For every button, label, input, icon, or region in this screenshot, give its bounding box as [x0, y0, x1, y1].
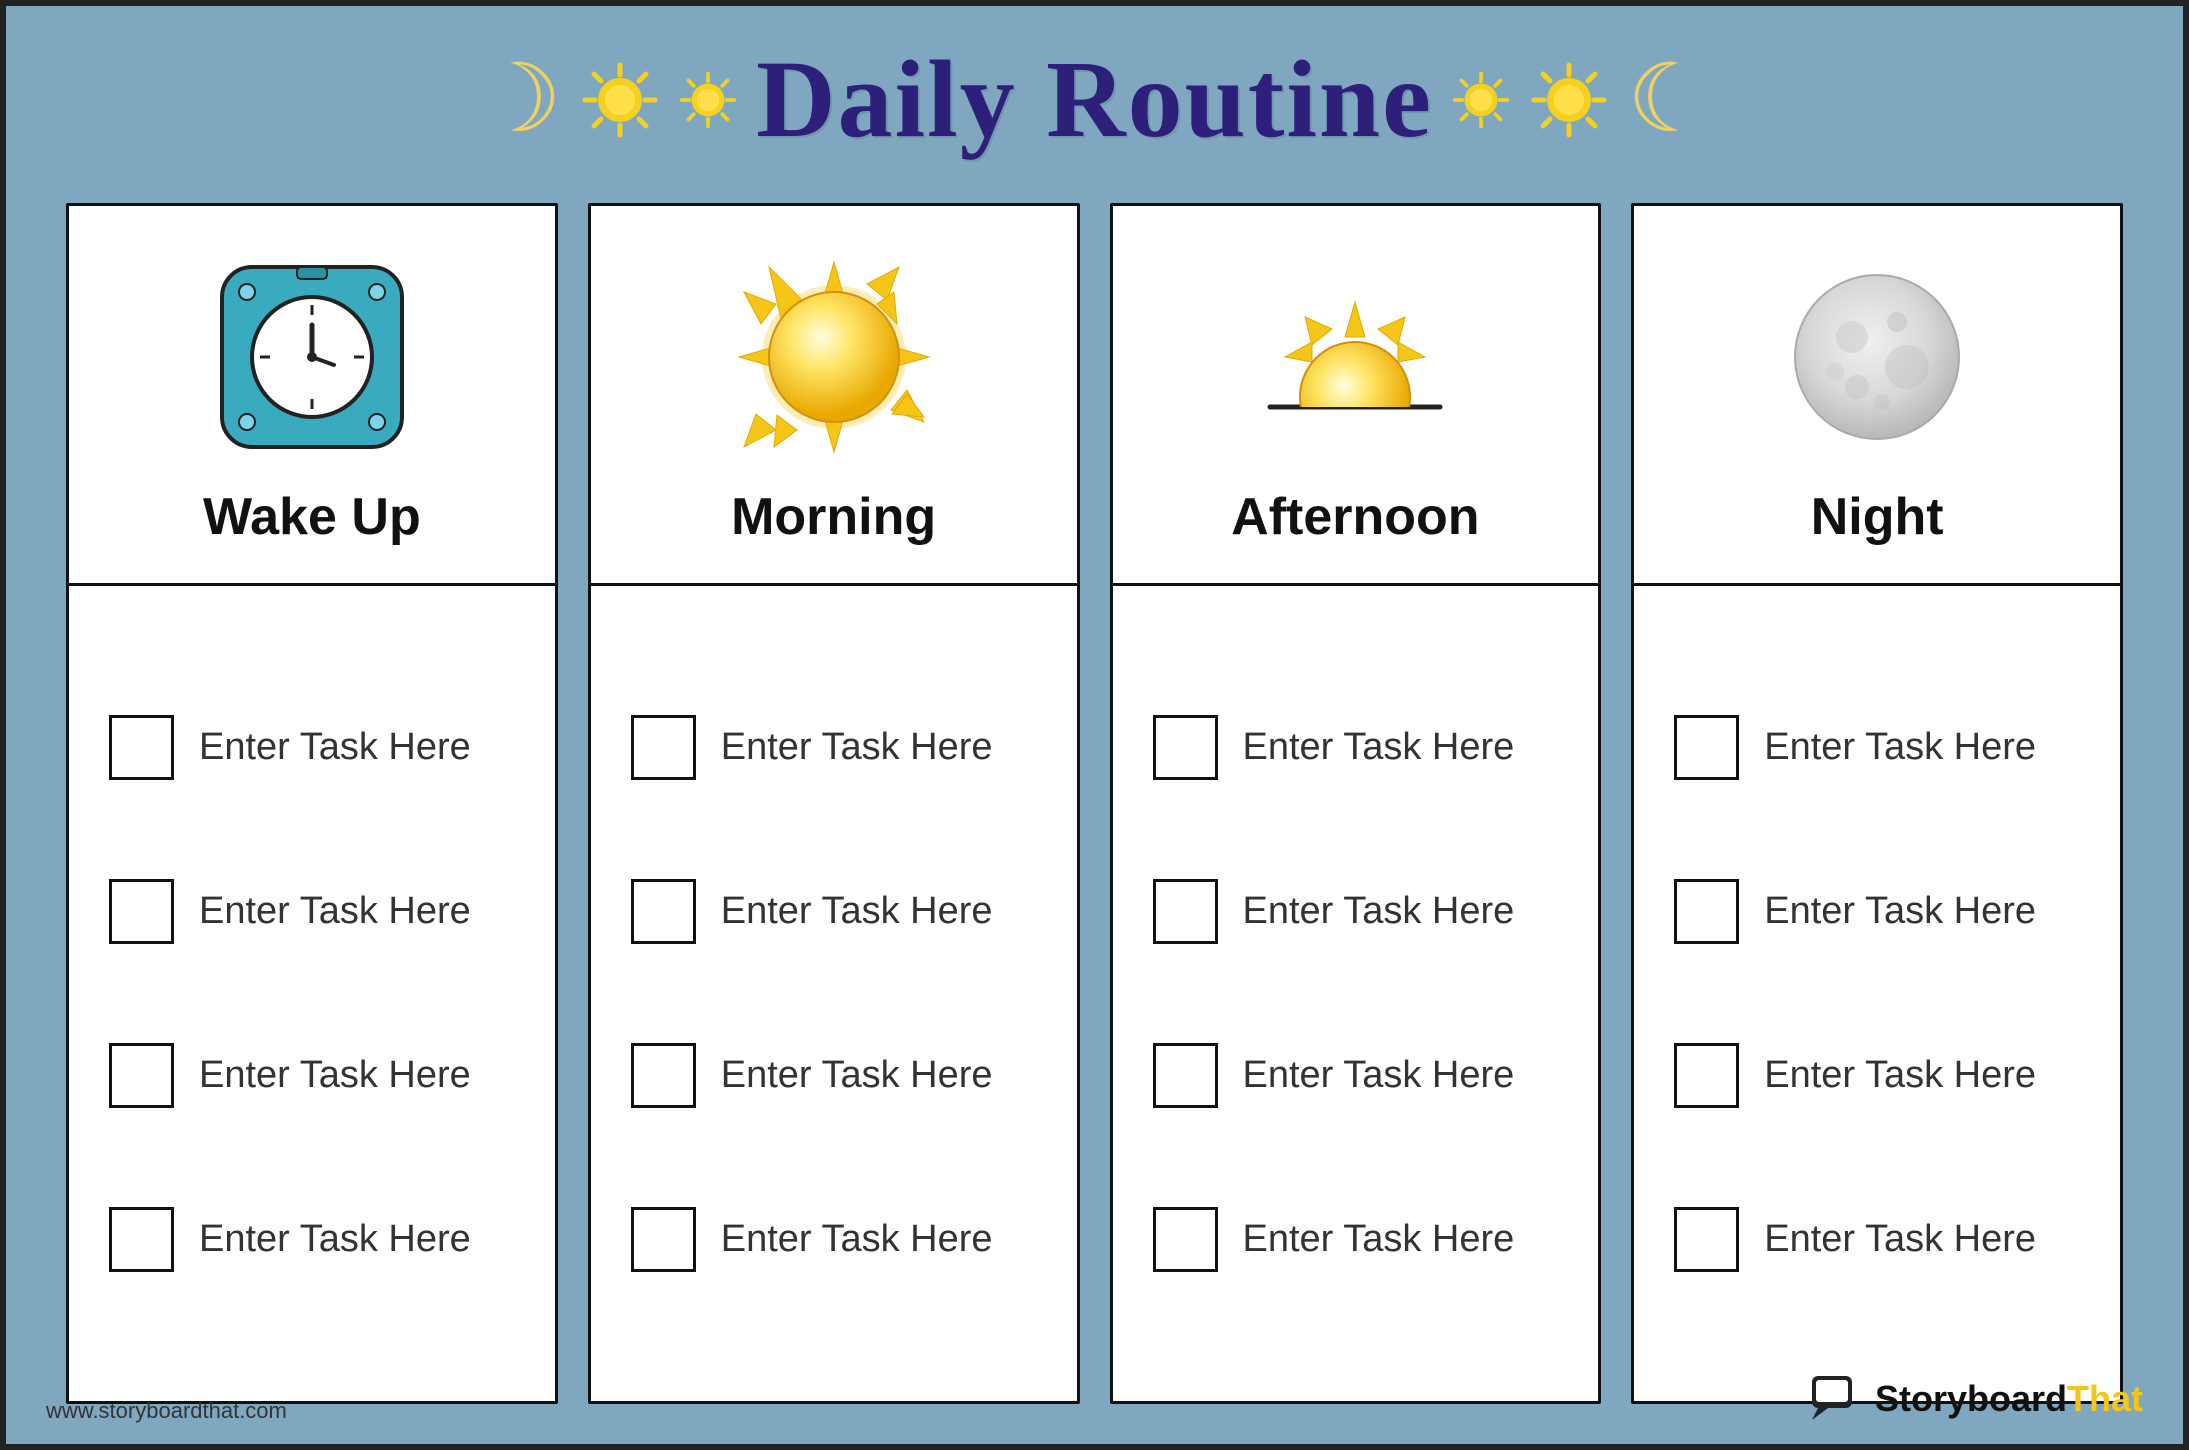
- footer: www.storyboardthat.com StoryboardThat: [46, 1374, 2143, 1424]
- col-title-afternoon: Afternoon: [1231, 487, 1479, 547]
- col-tasks-morning: Enter Task Here Enter Task Here Enter Ta…: [591, 586, 1077, 1401]
- list-item: Enter Task Here: [1674, 1207, 2080, 1272]
- list-item: Enter Task Here: [109, 715, 515, 780]
- task-label: Enter Task Here: [1243, 726, 1515, 769]
- task-checkbox[interactable]: [631, 879, 696, 944]
- col-title-wake-up: Wake Up: [203, 487, 421, 547]
- footer-brand: StoryboardThat: [1810, 1374, 2143, 1424]
- deco-sun3-right-icon: [1451, 70, 1511, 130]
- task-checkbox[interactable]: [631, 715, 696, 780]
- deco-sun-left-icon: [580, 60, 660, 140]
- task-checkbox[interactable]: [1674, 1043, 1739, 1108]
- task-label: Enter Task Here: [721, 1054, 993, 1097]
- list-item: Enter Task Here: [631, 715, 1037, 780]
- list-item: Enter Task Here: [1674, 1043, 2080, 1108]
- list-item: Enter Task Here: [109, 879, 515, 944]
- task-checkbox[interactable]: [1674, 715, 1739, 780]
- page: ☽: [6, 6, 2183, 1444]
- deco-moon-left-icon: ☽: [477, 52, 562, 147]
- task-label: Enter Task Here: [1764, 726, 2036, 769]
- sun-full-icon: [724, 247, 944, 467]
- brand-name: StoryboardThat: [1875, 1378, 2143, 1420]
- page-header: ☽: [66, 36, 2123, 163]
- task-checkbox[interactable]: [1674, 1207, 1739, 1272]
- list-item: Enter Task Here: [1153, 879, 1559, 944]
- list-item: Enter Task Here: [631, 879, 1037, 944]
- task-checkbox[interactable]: [109, 879, 174, 944]
- task-checkbox[interactable]: [109, 1207, 174, 1272]
- task-label: Enter Task Here: [1243, 1218, 1515, 1261]
- deco-moon-right-icon: ☽: [1627, 52, 1712, 147]
- list-item: Enter Task Here: [109, 1043, 515, 1108]
- sun-horizon-icon: [1245, 247, 1465, 467]
- list-item: Enter Task Here: [1153, 1207, 1559, 1272]
- task-checkbox[interactable]: [109, 715, 174, 780]
- deco-sun4-right-icon: [1529, 60, 1609, 140]
- list-item: Enter Task Here: [631, 1043, 1037, 1108]
- column-wake-up: Wake Up Enter Task Here Enter Task Here …: [66, 203, 558, 1404]
- col-title-morning: Morning: [731, 487, 936, 547]
- list-item: Enter Task Here: [1153, 715, 1559, 780]
- task-checkbox[interactable]: [109, 1043, 174, 1108]
- task-checkbox[interactable]: [1153, 879, 1218, 944]
- task-label: Enter Task Here: [721, 890, 993, 933]
- column-afternoon: Afternoon Enter Task Here Enter Task Her…: [1110, 203, 1602, 1404]
- footer-url: www.storyboardthat.com: [46, 1398, 287, 1424]
- col-tasks-afternoon: Enter Task Here Enter Task Here Enter Ta…: [1113, 586, 1599, 1401]
- col-header-morning: Morning: [591, 206, 1077, 586]
- list-item: Enter Task Here: [1153, 1043, 1559, 1108]
- storyboard-logo-icon: [1810, 1374, 1865, 1424]
- task-checkbox[interactable]: [1674, 879, 1739, 944]
- task-label: Enter Task Here: [1243, 1054, 1515, 1097]
- task-label: Enter Task Here: [721, 726, 993, 769]
- task-label: Enter Task Here: [1764, 1218, 2036, 1261]
- page-title: Daily Routine: [756, 36, 1433, 163]
- col-tasks-wake-up: Enter Task Here Enter Task Here Enter Ta…: [69, 586, 555, 1401]
- task-label: Enter Task Here: [1764, 1054, 2036, 1097]
- column-night: Night Enter Task Here Enter Task Here En…: [1631, 203, 2123, 1404]
- task-label: Enter Task Here: [199, 1054, 471, 1097]
- task-checkbox[interactable]: [631, 1043, 696, 1108]
- task-label: Enter Task Here: [721, 1218, 993, 1261]
- deco-sun2-left-icon: [678, 70, 738, 130]
- column-morning: Morning Enter Task Here Enter Task Here …: [588, 203, 1080, 1404]
- task-checkbox[interactable]: [1153, 1043, 1218, 1108]
- col-header-wake-up: Wake Up: [69, 206, 555, 586]
- list-item: Enter Task Here: [1674, 715, 2080, 780]
- col-title-night: Night: [1811, 487, 1944, 547]
- clock-icon: [202, 247, 422, 467]
- list-item: Enter Task Here: [1674, 879, 2080, 944]
- task-label: Enter Task Here: [199, 726, 471, 769]
- task-label: Enter Task Here: [1764, 890, 2036, 933]
- task-label: Enter Task Here: [199, 890, 471, 933]
- col-header-afternoon: Afternoon: [1113, 206, 1599, 586]
- columns-container: Wake Up Enter Task Here Enter Task Here …: [66, 203, 2123, 1404]
- moon-full-icon: [1767, 247, 1987, 467]
- list-item: Enter Task Here: [631, 1207, 1037, 1272]
- task-label: Enter Task Here: [1243, 890, 1515, 933]
- col-header-night: Night: [1634, 206, 2120, 586]
- task-checkbox[interactable]: [1153, 715, 1218, 780]
- task-label: Enter Task Here: [199, 1218, 471, 1261]
- col-tasks-night: Enter Task Here Enter Task Here Enter Ta…: [1634, 586, 2120, 1401]
- list-item: Enter Task Here: [109, 1207, 515, 1272]
- task-checkbox[interactable]: [631, 1207, 696, 1272]
- task-checkbox[interactable]: [1153, 1207, 1218, 1272]
